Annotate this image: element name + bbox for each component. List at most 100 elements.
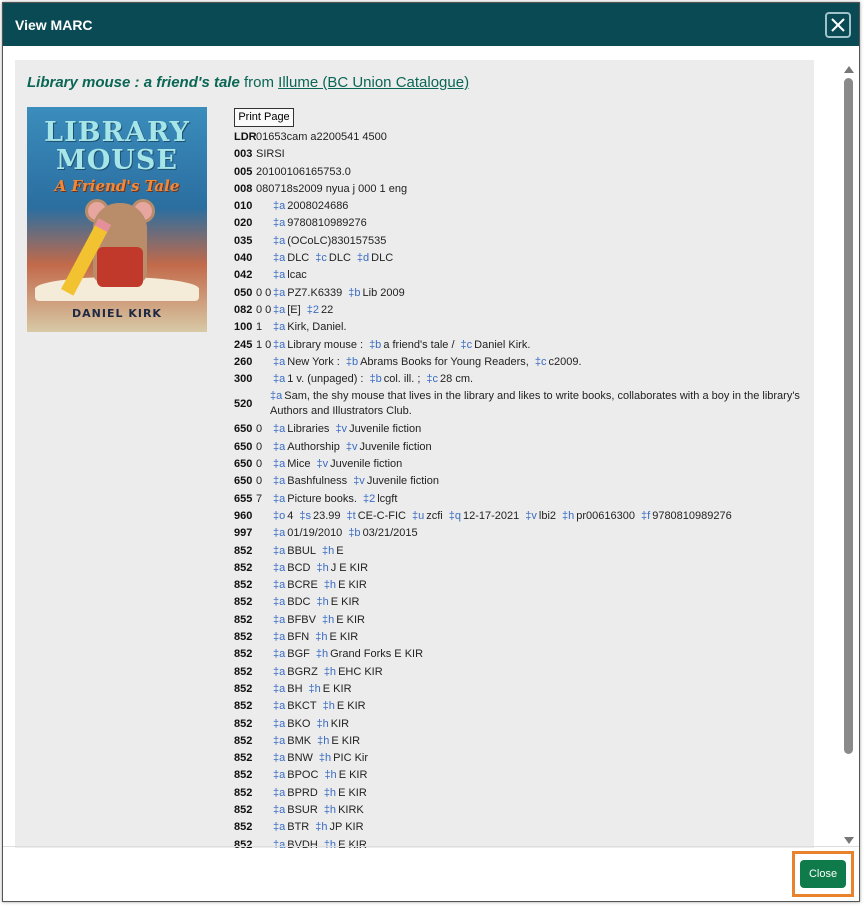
subfield-value: CE-C-FIC	[357, 509, 406, 522]
marc-tag: 245	[234, 338, 253, 351]
marc-tag: 100	[234, 321, 253, 334]
subfield-code: ‡a	[273, 373, 286, 386]
subfield-code: ‡s	[299, 509, 311, 522]
subfield-code: ‡h	[324, 769, 337, 782]
marc-field-data: ‡a Kirk, Daniel.	[234, 319, 804, 336]
subfield-code: ‡c	[460, 338, 473, 351]
marc-field-row: 852 ‡a BCD ‡h J E KIR	[234, 560, 804, 577]
marc-field-row: 050 0 0 ‡a PZ7.K6339 ‡b Lib 2009	[234, 285, 804, 302]
marc-field-row: 852 ‡a BBUL ‡h E	[234, 543, 804, 560]
close-button[interactable]: Close	[800, 860, 846, 888]
marc-tag: 300	[234, 373, 253, 386]
marc-field-row: 650 0 ‡a Bashfulness ‡v Juvenile fiction	[234, 473, 804, 490]
close-x-button[interactable]	[825, 12, 851, 38]
subfield-value: BPRD	[287, 786, 318, 799]
subfield-value: BFBV	[287, 613, 316, 626]
subfield-code: ‡a	[273, 234, 286, 247]
subfield-value: BCD	[287, 561, 311, 574]
subfield-code: ‡v	[335, 423, 348, 436]
subfield-value: BPOC	[287, 769, 319, 782]
subfield-code: ‡v	[316, 458, 329, 471]
vertical-scrollbar[interactable]	[840, 60, 858, 848]
subfield-code: ‡a	[270, 390, 283, 403]
subfield-value: 01/19/2010	[287, 527, 343, 540]
scroll-down-icon[interactable]	[844, 837, 854, 844]
subfield-value: 12-17-2021	[463, 509, 520, 522]
subfield-value: Lib 2009	[362, 286, 405, 299]
marc-tag: 050	[234, 286, 253, 299]
subfield-code: ‡h	[322, 700, 335, 713]
marc-field-data: ‡a BPOC ‡h E KIR	[234, 767, 804, 784]
subfield-code: ‡a	[273, 786, 286, 799]
marc-field-row: 650 0 ‡a Libraries ‡v Juvenile fiction	[234, 421, 804, 438]
subfield-value: E KIR	[336, 700, 366, 713]
marc-record: LDR 01653cam a2200541 4500 003 SIRSI 005 2010…	[234, 129, 804, 848]
subfield-code: ‡a	[273, 734, 286, 747]
record-heading: Library mouse : a friend's tale from Ill…	[27, 74, 469, 91]
marc-tag: 260	[234, 355, 253, 368]
subfield-code: ‡a	[273, 700, 286, 713]
marc-field-data: ‡a Picture books. ‡2 lcgft	[234, 491, 804, 508]
subfield-value: 9780810989276	[287, 217, 367, 230]
subfield-value: col. ill. ;	[383, 373, 421, 386]
print-page-button[interactable]: Print Page	[234, 108, 294, 127]
subfield-value: lbi2	[538, 509, 557, 522]
subfield-code: ‡b	[348, 527, 361, 540]
subfield-value: Picture books.	[287, 492, 357, 505]
subfield-code: ‡h	[315, 821, 328, 834]
subfield-value: BMK	[287, 734, 312, 747]
marc-field-data: ‡a [E] ‡2 22	[234, 302, 804, 319]
source-catalogue-link[interactable]: Illume (BC Union Catalogue)	[278, 74, 469, 91]
marc-field-data: ‡a 2008024686	[234, 198, 804, 215]
scrollbar-thumb[interactable]	[844, 78, 853, 754]
subfield-value: BTR	[287, 821, 310, 834]
dialog-titlebar: View MARC	[3, 3, 859, 46]
subfield-value: Libraries	[287, 423, 330, 436]
marc-tag: 852	[234, 682, 253, 695]
marc-field-data: ‡a BFN ‡h E KIR	[234, 629, 804, 646]
subfield-value: BSUR	[287, 803, 318, 816]
marc-tag: 852	[234, 579, 253, 592]
marc-field-data: ‡a BKCT ‡h E KIR	[234, 698, 804, 715]
subfield-value: lcac	[287, 269, 307, 282]
subfield-code: ‡b	[369, 373, 382, 386]
marc-field-data: SIRSI	[256, 148, 285, 161]
scroll-up-icon[interactable]	[844, 66, 854, 73]
subfield-value: E KIR	[322, 682, 352, 695]
subfield-value: E KIR	[336, 613, 365, 626]
subfield-value: Grand Forks E KIR	[330, 648, 424, 661]
subfield-code: ‡v	[525, 509, 537, 522]
marc-field-data: ‡a BH ‡h E KIR	[234, 681, 804, 698]
marc-field-data: ‡a 01/19/2010 ‡b 03/21/2015	[234, 525, 804, 542]
subfield-code: ‡a	[273, 665, 286, 678]
marc-field-row: 852 ‡a BSUR ‡h KIRK	[234, 802, 804, 819]
marc-field-row: 852 ‡a BDC ‡h E KIR	[234, 594, 804, 611]
cover-title-line2: MOUSE	[55, 145, 179, 176]
book-cover-image: LIBRARY MOUSE A Friend's Tale DANIEL KIR…	[27, 107, 207, 332]
subfield-code: ‡a	[273, 200, 286, 213]
subfield-value: Abrams Books for Young Readers,	[360, 355, 529, 368]
subfield-value: BFN	[287, 631, 310, 644]
marc-field-row: 852 ‡a BPOC ‡h E KIR	[234, 767, 804, 784]
marc-field-row: 020 ‡a 9780810989276	[234, 215, 804, 232]
marc-tag: 040	[234, 252, 253, 265]
marc-field-row: 650 0 ‡a Mice ‡v Juvenile fiction	[234, 456, 804, 473]
marc-field-data: ‡a DLC ‡c DLC ‡d DLC	[234, 250, 804, 267]
marc-tag: 852	[234, 821, 253, 834]
marc-tag: 852	[234, 561, 253, 574]
marc-tag: 852	[234, 665, 253, 678]
subfield-code: ‡a	[273, 458, 286, 471]
marc-field-row: 852 ‡a BPRD ‡h E KIR	[234, 785, 804, 802]
subfield-code: ‡h	[323, 786, 337, 799]
subfield-code: ‡f	[641, 509, 651, 522]
dialog-title: View MARC	[15, 17, 93, 33]
marc-tag: 650	[234, 423, 253, 436]
subfield-value: DLC	[371, 252, 394, 265]
marc-field-row: 852 ‡a BCRE ‡h E KIR	[234, 577, 804, 594]
subfield-value: Bashfulness	[287, 475, 348, 488]
marc-tag: 650	[234, 458, 253, 471]
marc-tag: 852	[234, 648, 253, 661]
subfield-code: ‡a	[273, 269, 286, 282]
marc-field-data: ‡a Library mouse : ‡b a friend's tale / ‡c Da…	[234, 337, 804, 354]
marc-field-data: ‡a BSUR ‡h KIRK	[234, 802, 804, 819]
